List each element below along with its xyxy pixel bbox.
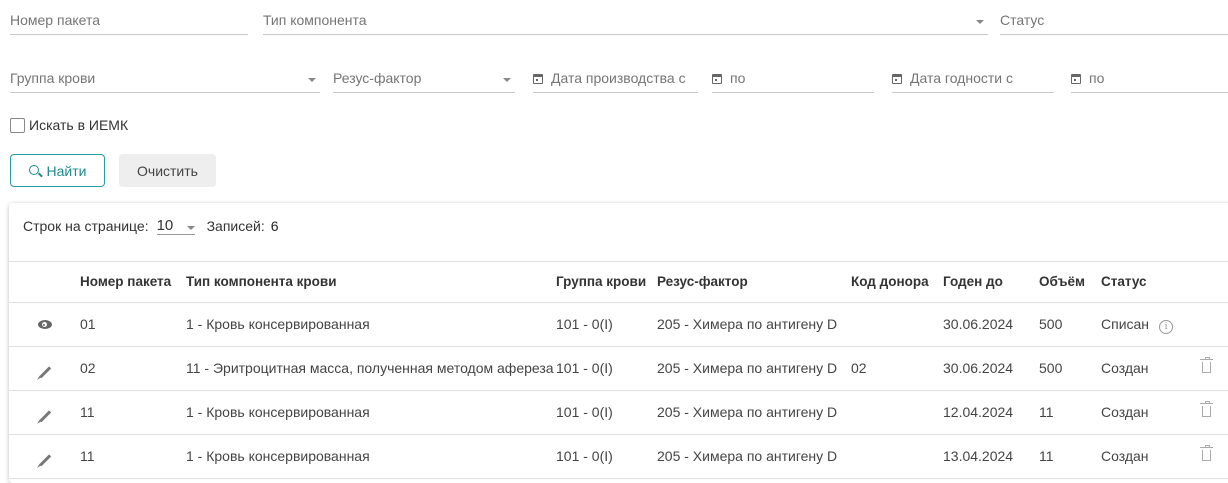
cell-donor: 02 (851, 346, 943, 391)
package-number-field[interactable]: Номер пакета (10, 6, 248, 35)
header-rh[interactable]: Резус-фактор (657, 261, 851, 303)
rows-per-page-select[interactable]: 10 (156, 217, 195, 235)
delete-button[interactable] (1179, 346, 1228, 391)
cell-rh: 205 - Химера по антигену D (657, 346, 851, 391)
trash-icon (1200, 401, 1213, 417)
status-placeholder: Статус (1000, 12, 1045, 28)
edit-button[interactable] (9, 390, 80, 435)
cell-package: 02 (80, 346, 186, 391)
header-action (9, 261, 80, 303)
view-button[interactable] (9, 302, 80, 347)
production-date-from-placeholder: Дата производства с (551, 70, 686, 86)
production-date-to-placeholder: по (730, 70, 746, 86)
results-table: Номер пакета Тип компонента крови Группа… (9, 261, 1228, 479)
trash-icon (1200, 357, 1213, 373)
cell-component: 11 - Эритроцитная масса, полученная мето… (186, 346, 556, 391)
cell-volume: 500 (1039, 302, 1101, 347)
cell-component: 1 - Кровь консервированная (186, 390, 556, 435)
calendar-icon (533, 74, 543, 84)
header-extra (1179, 261, 1228, 303)
cell-component: 1 - Кровь консервированная (186, 302, 556, 347)
header-group[interactable]: Группа крови (556, 261, 657, 303)
header-status[interactable]: Статус (1101, 261, 1179, 303)
status-select[interactable]: Статус (1000, 6, 1228, 35)
rh-factor-placeholder: Резус-фактор (333, 70, 422, 86)
find-button-label: Найти (46, 162, 87, 179)
find-button[interactable]: Найти (10, 154, 105, 187)
search-icon (28, 164, 39, 175)
trash-icon (1200, 445, 1213, 461)
component-type-placeholder: Тип компонента (263, 12, 367, 28)
table-header-row: Номер пакета Тип компонента крови Группа… (9, 261, 1228, 303)
rh-factor-select[interactable]: Резус-фактор (333, 64, 515, 93)
blood-group-placeholder: Группа крови (10, 70, 96, 86)
cell-status: Создан (1101, 390, 1179, 435)
cell-package: 11 (80, 390, 186, 435)
rows-per-page-value: 10 (156, 217, 174, 234)
header-volume[interactable]: Объём (1039, 261, 1101, 303)
expiry-date-from-placeholder: Дата годности с (910, 70, 1013, 86)
chevron-down-icon (308, 78, 316, 82)
cell-rh: 205 - Химера по антигену D (657, 302, 851, 347)
rows-per-page-label: Строк на странице: (23, 218, 149, 234)
package-number-placeholder: Номер пакета (10, 12, 100, 28)
chevron-down-icon (186, 226, 195, 230)
expiry-date-to-placeholder: по (1089, 70, 1105, 86)
records-count: 6 (270, 218, 279, 234)
cell-status: Списан i (1101, 302, 1179, 347)
pager: Строк на странице: 10 Записей: 6 (23, 217, 279, 235)
clear-button[interactable]: Очистить (119, 154, 216, 187)
header-package[interactable]: Номер пакета (80, 261, 186, 303)
component-type-select[interactable]: Тип компонента (263, 6, 988, 35)
production-date-from-field[interactable]: Дата производства с (533, 64, 698, 93)
calendar-icon (892, 74, 902, 84)
header-expiry[interactable]: Годен до (943, 261, 1039, 303)
cell-donor (851, 390, 943, 435)
info-icon[interactable]: i (1159, 319, 1174, 334)
clear-button-label: Очистить (137, 162, 198, 179)
expiry-date-from-field[interactable]: Дата годности с (892, 64, 1054, 93)
search-iemk-checkbox[interactable] (10, 118, 25, 133)
pencil-icon (38, 453, 51, 466)
records-label: Записей: (206, 218, 265, 234)
cell-expiry: 12.04.2024 (943, 390, 1039, 435)
chevron-down-icon (976, 20, 984, 24)
cell-status: Создан (1101, 346, 1179, 391)
pencil-icon (38, 365, 51, 378)
cell-volume: 11 (1039, 390, 1101, 435)
cell-expiry: 30.06.2024 (943, 302, 1039, 347)
production-date-to-field[interactable]: по (712, 64, 874, 93)
header-donor[interactable]: Код донора (851, 261, 943, 303)
eye-icon (37, 320, 52, 329)
cell-expiry: 30.06.2024 (943, 346, 1039, 391)
cell-package: 01 (80, 302, 186, 347)
pencil-icon (38, 409, 51, 422)
expiry-date-to-field[interactable]: по (1071, 64, 1228, 93)
calendar-icon (1071, 74, 1081, 84)
calendar-icon (712, 74, 722, 84)
cell-volume: 500 (1039, 346, 1101, 391)
chevron-down-icon (503, 78, 511, 82)
table-row[interactable]: 01 1 - Кровь консервированная 101 - 0(I)… (9, 302, 1228, 347)
delete-button[interactable] (1179, 390, 1228, 435)
table-row[interactable]: 02 11 - Эритроцитная масса, полученная м… (9, 346, 1228, 391)
table-row[interactable]: 11 1 - Кровь консервированная 101 - 0(I)… (9, 390, 1228, 435)
cell-rh: 205 - Химера по антигену D (657, 390, 851, 435)
status-text: Списан (1101, 315, 1150, 332)
cell-donor (851, 302, 943, 347)
cell-group: 101 - 0(I) (556, 302, 657, 347)
edit-button[interactable] (9, 346, 80, 391)
search-iemk-label: Искать в ИЕМК (29, 117, 129, 133)
blood-group-select[interactable]: Группа крови (10, 64, 320, 93)
cell-group: 101 - 0(I) (556, 346, 657, 391)
cell-group: 101 - 0(I) (556, 390, 657, 435)
cell-extra (1179, 302, 1228, 347)
header-component[interactable]: Тип компонента крови (186, 261, 556, 303)
